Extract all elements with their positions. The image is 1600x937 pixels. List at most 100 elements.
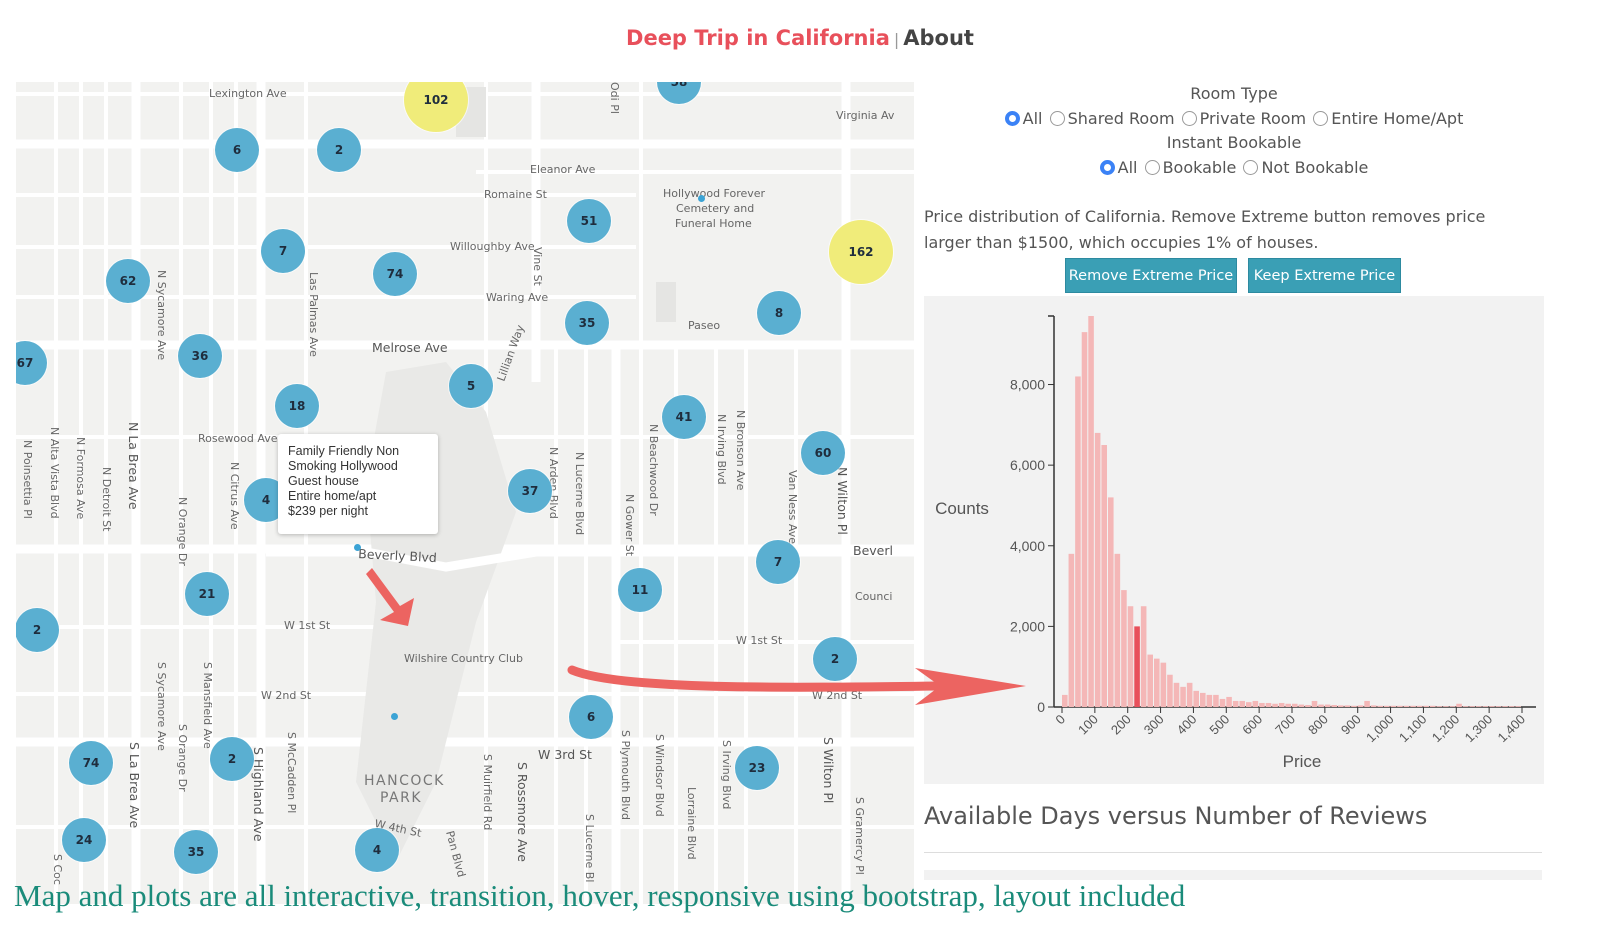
price-histogram[interactable]: 0 2,000 4,000 6,000 8,000 0 100 200 300 400 500 600… [924,296,1544,784]
histogram-bar[interactable] [1357,705,1364,707]
histogram-bar[interactable] [1094,432,1101,707]
listing-cluster[interactable]: 6 [569,695,613,739]
listing-marker[interactable] [698,195,705,202]
histogram-bar[interactable] [1252,700,1259,707]
histogram-bar[interactable] [1200,692,1206,707]
radio-instant-all[interactable]: All [1099,158,1137,177]
histogram-bar[interactable] [1364,700,1370,707]
histogram-bar[interactable] [1134,626,1140,707]
histogram-bar[interactable] [1469,706,1475,707]
histogram-bar[interactable] [1324,704,1331,707]
radio-unchecked-icon[interactable] [1243,160,1259,175]
histogram-bar[interactable] [1186,682,1193,707]
histogram-bar[interactable] [1298,704,1305,707]
listing-cluster[interactable]: 24 [62,818,106,862]
histogram-bar[interactable] [1476,706,1482,707]
histogram-bar[interactable] [1495,706,1502,707]
listing-cluster[interactable]: 21 [185,572,229,616]
histogram-bar[interactable] [1489,706,1495,707]
listing-cluster[interactable]: 74 [69,741,113,785]
histogram-bar[interactable] [1154,658,1160,707]
listing-cluster[interactable]: 74 [373,252,417,296]
histogram-bar[interactable] [1246,702,1252,707]
listing-cluster[interactable]: 36 [178,334,222,378]
histogram-bar[interactable] [1232,700,1239,707]
histogram-bar[interactable] [1449,706,1456,707]
histogram-bar[interactable] [1508,706,1515,707]
histogram-bar[interactable] [1397,705,1403,707]
histogram-bar[interactable] [1062,694,1068,707]
listing-marker[interactable] [391,713,398,720]
histogram-bar[interactable] [1338,705,1344,707]
about-link[interactable]: About [903,26,974,50]
histogram-bar[interactable] [1206,694,1213,707]
listing-cluster[interactable]: 60 [801,431,845,475]
radio-checked-icon[interactable] [1099,160,1115,175]
listing-cluster[interactable]: 41 [662,395,706,439]
histogram-bar[interactable] [1140,606,1147,707]
histogram-bar[interactable] [1114,553,1121,707]
listing-cluster[interactable]: 23 [735,746,779,790]
histogram-bar[interactable] [1502,706,1508,707]
histogram-bar[interactable] [1456,703,1462,707]
listing-cluster[interactable]: 5 [449,364,493,408]
remove-extreme-button[interactable]: Remove Extreme Price [1065,258,1237,293]
histogram-bar[interactable] [1430,705,1436,707]
radio-unchecked-icon[interactable] [1144,160,1160,175]
histogram-svg[interactable]: 0 2,000 4,000 6,000 8,000 0 100 200 300 400 500 600… [924,296,1544,784]
histogram-bar[interactable] [1285,703,1291,707]
listing-cluster[interactable]: 162 [829,220,893,284]
brand-title[interactable]: Deep Trip in California [626,26,890,50]
listing-cluster[interactable]: 37 [508,469,552,513]
listing-cluster[interactable]: 2 [16,608,59,652]
histogram-bar[interactable] [1292,703,1298,707]
radio-instant-bookable[interactable]: Bookable [1144,158,1236,177]
histogram-bar[interactable] [1423,705,1429,707]
histogram-bar[interactable] [1108,497,1114,707]
radio-room-entire[interactable]: Entire Home/Apt [1313,109,1463,128]
histogram-bar[interactable] [1436,706,1443,707]
listing-cluster[interactable]: 2 [813,637,857,681]
histogram-bar[interactable] [1075,376,1081,707]
histogram-bar[interactable] [1121,590,1127,707]
histogram-bar[interactable] [1101,444,1107,707]
listings-map[interactable]: Lexington Ave Eleanor Ave Romaine St Wil… [16,82,914,904]
histogram-bar[interactable] [1226,696,1232,707]
histogram-bar[interactable] [1515,706,1521,707]
histogram-bar[interactable] [1127,606,1134,707]
histogram-bar[interactable] [1416,705,1423,707]
histogram-bar[interactable] [1331,704,1337,707]
histogram-bar[interactable] [1068,553,1075,707]
histogram-bar[interactable] [1167,674,1173,707]
histogram-bar[interactable] [1410,705,1416,707]
histogram-bar[interactable] [1462,706,1469,707]
histogram-bar[interactable] [1180,686,1186,707]
histogram-bar[interactable] [1147,654,1153,707]
histogram-bar[interactable] [1443,706,1449,707]
radio-room-all[interactable]: All [1004,109,1043,128]
listing-cluster[interactable]: 6 [215,128,259,172]
histogram-bar[interactable] [1482,706,1489,707]
keep-extreme-button[interactable]: Keep Extreme Price [1248,258,1401,293]
histogram-bar[interactable] [1081,332,1088,707]
radio-instant-not-bookable[interactable]: Not Bookable [1243,158,1368,177]
histogram-bar[interactable] [1370,705,1377,707]
histogram-bar[interactable] [1239,700,1245,707]
listing-cluster[interactable]: 2 [317,128,361,172]
histogram-bar[interactable] [1278,702,1285,707]
histogram-bar[interactable] [1311,700,1318,707]
histogram-bar[interactable] [1265,702,1272,707]
listing-cluster[interactable]: 7 [756,540,800,584]
listing-cluster[interactable]: 35 [565,301,609,345]
listing-cluster[interactable]: 2 [210,737,254,781]
listing-cluster[interactable]: 62 [106,259,150,303]
listing-cluster[interactable]: 7 [261,229,305,273]
listing-marker[interactable] [354,544,361,551]
histogram-bar[interactable] [1259,702,1265,707]
radio-unchecked-icon[interactable] [1181,111,1197,126]
radio-unchecked-icon[interactable] [1313,111,1329,126]
histogram-bar[interactable] [1377,705,1383,707]
histogram-bar[interactable] [1173,682,1180,707]
listing-cluster[interactable]: 18 [275,384,319,428]
histogram-bar[interactable] [1403,705,1410,707]
